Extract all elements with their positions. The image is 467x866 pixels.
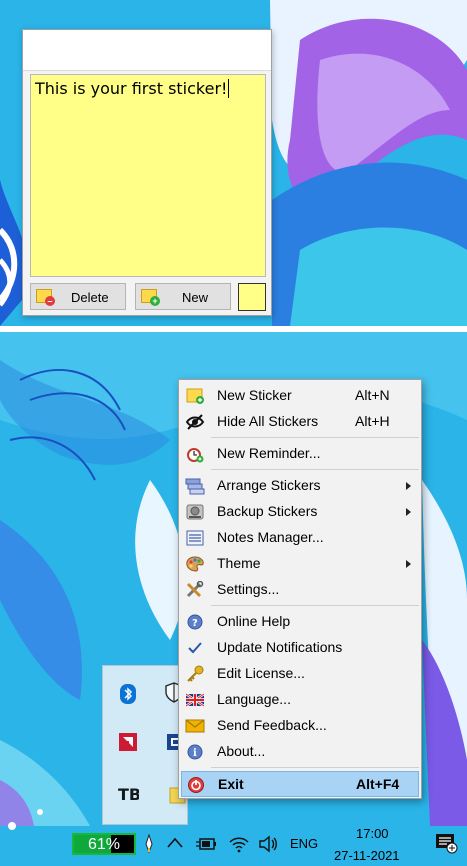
delete-button[interactable]: – Delete — [30, 283, 126, 310]
menu-item-update-notifications[interactable]: Update Notifications — [181, 635, 419, 661]
envelope-icon — [185, 719, 205, 733]
plus-badge-icon: + — [150, 296, 160, 306]
menu-item-send-feedback[interactable]: Send Feedback... — [181, 713, 419, 739]
menu-item-arrange-stickers[interactable]: Arrange Stickers — [181, 473, 419, 499]
menu-item-label: Backup Stickers — [217, 503, 318, 519]
menu-item-shortcut: Alt+N — [355, 387, 390, 403]
menu-item-edit-license[interactable]: Edit License... — [181, 661, 419, 687]
svg-text:TB: TB — [118, 785, 139, 804]
svg-text:i: i — [193, 748, 197, 759]
info-icon: i — [187, 744, 203, 760]
wifi-icon[interactable] — [228, 834, 250, 854]
menu-item-label: Update Notifications — [217, 639, 343, 655]
menu-item-label: Online Help — [217, 613, 291, 629]
palette-icon — [186, 556, 204, 572]
clock-time[interactable]: 17:00 — [356, 826, 389, 841]
menu-item-exit[interactable]: Exit Alt+F4 — [181, 771, 419, 797]
checkmark-icon — [188, 642, 202, 654]
key-icon — [187, 665, 204, 682]
help-icon: ? — [187, 614, 203, 630]
menu-item-label: Edit License... — [217, 665, 305, 681]
delete-button-label: Delete — [71, 290, 109, 305]
eye-hidden-icon — [185, 414, 205, 430]
battery-indicator[interactable]: 61% — [72, 833, 136, 855]
submenu-arrow-icon — [406, 508, 411, 516]
color-picker-swatch[interactable] — [238, 283, 266, 311]
sticker-window[interactable]: This is your first sticker! – Delete + N… — [22, 29, 272, 316]
text-caret — [228, 79, 230, 98]
tray-overflow-panel: TB — [102, 665, 188, 825]
menu-item-label: About... — [217, 743, 266, 759]
menu-item-language[interactable]: Language... — [181, 687, 419, 713]
svg-text:?: ? — [192, 618, 198, 629]
chevron-up-icon[interactable] — [166, 836, 184, 850]
menu-item-label: Notes Manager... — [217, 529, 324, 545]
power-plug-battery-icon[interactable] — [196, 836, 218, 852]
sticker-text-content: This is your first sticker! — [35, 79, 228, 98]
notification-center-icon[interactable] — [434, 832, 458, 854]
sticker-text[interactable]: This is your first sticker! — [35, 79, 230, 98]
menu-item-notes-manager[interactable]: Notes Manager... — [181, 525, 419, 551]
alarm-clock-icon — [187, 448, 204, 463]
menu-item-label: Theme — [217, 555, 261, 571]
power-icon — [188, 777, 204, 793]
backup-drive-icon — [186, 504, 204, 520]
menu-item-about[interactable]: i About... — [181, 739, 419, 765]
menu-item-new-reminder[interactable]: New Reminder... — [181, 441, 419, 467]
language-indicator[interactable]: ENG — [290, 836, 318, 851]
clock-date[interactable]: 27-11-2021 — [334, 848, 400, 863]
uk-flag-icon — [185, 692, 205, 708]
menu-item-label: Arrange Stickers — [217, 477, 321, 493]
battery-percent: 61% — [87, 836, 121, 853]
stickies-context-menu: New Sticker Alt+N Hide All Stickers Alt+… — [178, 379, 422, 799]
menu-separator — [211, 767, 419, 768]
menu-item-online-help[interactable]: ? Online Help — [181, 609, 419, 635]
taskbar-tool-icon[interactable]: TB — [117, 782, 139, 804]
pen-icon[interactable] — [143, 834, 155, 854]
menu-item-label: New Reminder... — [217, 445, 321, 461]
menu-item-label: Exit — [218, 776, 244, 792]
tools-icon — [186, 581, 204, 598]
menu-item-theme[interactable]: Theme — [181, 551, 419, 577]
bluetooth-icon[interactable] — [117, 683, 139, 705]
menu-item-new-sticker[interactable]: New Sticker Alt+N — [181, 383, 419, 409]
menu-item-shortcut: Alt+F4 — [356, 776, 400, 792]
sticker-titlebar[interactable] — [23, 30, 271, 71]
amd-icon[interactable] — [117, 731, 139, 753]
new-button[interactable]: + New — [135, 283, 231, 310]
menu-item-label: Settings... — [217, 581, 280, 597]
menu-item-label: Hide All Stickers — [217, 413, 319, 429]
new-button-label: New — [182, 290, 209, 305]
submenu-arrow-icon — [406, 560, 411, 568]
menu-item-label: Send Feedback... — [217, 717, 327, 733]
menu-separator — [211, 437, 419, 438]
menu-item-shortcut: Alt+H — [355, 413, 390, 429]
menu-item-settings[interactable]: Settings... — [181, 577, 419, 603]
screenshot-divider — [0, 326, 467, 332]
sticker-add-icon — [186, 388, 204, 404]
menu-item-label: New Sticker — [217, 387, 292, 403]
notes-list-icon — [186, 530, 204, 546]
volume-icon[interactable] — [258, 834, 278, 854]
submenu-arrow-icon — [406, 482, 411, 490]
sticker-note-area[interactable]: This is your first sticker! — [30, 74, 266, 277]
minus-badge-icon: – — [45, 296, 55, 306]
menu-item-label: Language... — [217, 691, 291, 707]
menu-separator — [211, 605, 419, 606]
menu-item-backup-stickers[interactable]: Backup Stickers — [181, 499, 419, 525]
arrange-icon — [185, 478, 205, 495]
menu-item-hide-all-stickers[interactable]: Hide All Stickers Alt+H — [181, 409, 419, 435]
menu-separator — [211, 469, 419, 470]
